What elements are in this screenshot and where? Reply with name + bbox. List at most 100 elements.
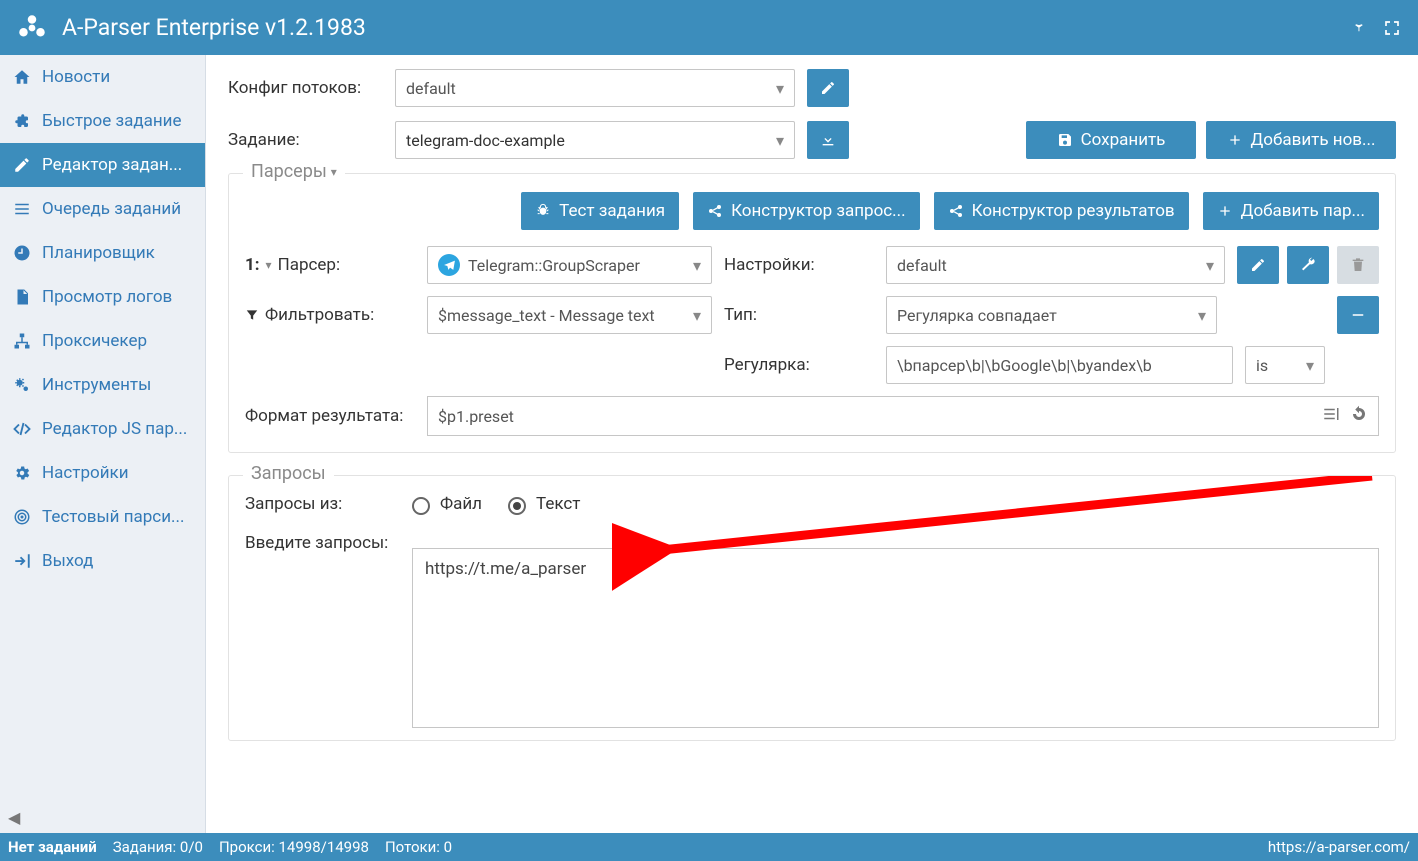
settings-label: Настройки: (724, 255, 874, 275)
sidebar-item-news[interactable]: Новости (0, 55, 205, 99)
parsers-fieldset: Парсеры ▾ Тест задания Конструктор запро… (228, 173, 1396, 453)
add-parser-button[interactable]: Добавить пар... (1203, 192, 1379, 230)
sign-out-icon (12, 552, 32, 570)
gears-icon (12, 376, 32, 394)
sidebar-item-quick-task[interactable]: Быстрое задание (0, 99, 205, 143)
list-icon (12, 200, 32, 218)
config-edit-button[interactable] (807, 69, 849, 107)
sidebar-item-task-editor[interactable]: Редактор задан... (0, 143, 205, 187)
type-select[interactable]: Регулярка совпадает ▾ (886, 296, 1217, 334)
sitemap-icon (12, 332, 32, 350)
status-no-tasks: Нет заданий (8, 838, 97, 856)
code-icon (12, 420, 32, 438)
list-lines-icon[interactable] (1322, 405, 1340, 427)
sidebar-item-test-parsing[interactable]: Тестовый парси... (0, 495, 205, 539)
sidebar-item-label: Быстрое задание (42, 111, 181, 131)
queries-enter-label: Введите запросы: (245, 532, 400, 728)
result-format-input[interactable]: $p1.preset (427, 396, 1379, 436)
task-download-button[interactable] (807, 121, 849, 159)
target-icon (12, 508, 32, 526)
status-bar: Нет заданий Задания: 0/0 Прокси: 14998/1… (0, 833, 1418, 861)
sidebar-item-tools[interactable]: Инструменты (0, 363, 205, 407)
settings-edit-button[interactable] (1237, 246, 1279, 284)
reset-icon[interactable] (1350, 405, 1368, 427)
app-title: A-Parser Enterprise v1.2.1983 (62, 14, 1350, 41)
sidebar-item-label: Проксичекер (42, 331, 147, 351)
puzzle-icon (12, 112, 32, 130)
results-builder-button[interactable]: Конструктор результатов (934, 192, 1189, 230)
sidebar-item-label: Редактор задан... (42, 155, 182, 175)
chevron-down-icon: ▾ (776, 79, 784, 98)
app-logo-icon (12, 8, 52, 48)
sidebar-item-scheduler[interactable]: Планировщик (0, 231, 205, 275)
status-url[interactable]: https://a-parser.com/ (1268, 838, 1410, 856)
clock-icon (12, 244, 32, 262)
radio-file[interactable]: Файл (412, 494, 482, 514)
queries-fieldset: Запросы Запросы из: Файл Текст Введите з… (228, 475, 1396, 741)
status-tasks: Задания: 0/0 (113, 838, 203, 856)
sidebar-item-label: Редактор JS пар... (42, 419, 187, 439)
type-label: Тип: (724, 305, 874, 325)
sidebar-item-label: Настройки (42, 463, 129, 483)
sidebar-item-label: Тестовый парси... (42, 507, 184, 527)
header: A-Parser Enterprise v1.2.1983 (0, 0, 1418, 55)
task-select[interactable]: telegram-doc-example ▾ (395, 121, 795, 159)
chevron-down-icon: ▾ (1206, 256, 1214, 275)
add-new-button[interactable]: Добавить нов... (1206, 121, 1396, 159)
settings-wrench-button[interactable] (1287, 246, 1329, 284)
config-select[interactable]: default ▾ (395, 69, 795, 107)
chevron-down-icon: ▾ (1306, 356, 1314, 375)
filter-icon (245, 308, 259, 322)
save-button-label: Сохранить (1081, 130, 1166, 150)
pin-icon[interactable] (1350, 20, 1366, 36)
sidebar-item-label: Инструменты (42, 375, 151, 395)
sidebar-item-logs[interactable]: Просмотр логов (0, 275, 205, 319)
queries-legend: Запросы (243, 463, 334, 484)
settings-delete-button (1337, 246, 1379, 284)
result-format-label: Формат результата: (245, 406, 415, 426)
regex-label: Регулярка: (724, 355, 874, 375)
chevron-down-icon: ▾ (693, 306, 701, 325)
cogs-icon (12, 464, 32, 482)
settings-select[interactable]: default ▾ (886, 246, 1225, 284)
sidebar-collapse-button[interactable]: ◀ (8, 808, 20, 827)
fullscreen-icon[interactable] (1384, 20, 1400, 36)
add-new-button-label: Добавить нов... (1251, 130, 1376, 150)
sidebar-item-label: Очередь заданий (42, 199, 181, 219)
regex-flags-select[interactable]: is ▾ (1245, 346, 1325, 384)
task-select-value: telegram-doc-example (406, 131, 565, 150)
task-label: Задание: (228, 130, 383, 150)
filter-remove-button[interactable] (1337, 296, 1379, 334)
filter-select[interactable]: $message_text - Message text ▾ (427, 296, 712, 334)
parsers-legend[interactable]: Парсеры ▾ (243, 161, 345, 182)
chevron-down-icon[interactable]: ▾ (266, 258, 272, 272)
filter-label: Фильтровать: (245, 305, 415, 325)
request-builder-button[interactable]: Конструктор запрос... (693, 192, 920, 230)
radio-icon (508, 497, 526, 515)
sidebar-item-settings[interactable]: Настройки (0, 451, 205, 495)
sidebar-item-proxychecker[interactable]: Проксичекер (0, 319, 205, 363)
sidebar-item-label: Планировщик (42, 243, 155, 263)
pencil-icon (12, 156, 32, 174)
parser-index-label: 1: ▾ Парсер: (245, 255, 415, 275)
sidebar-item-queue[interactable]: Очередь заданий (0, 187, 205, 231)
parser-select[interactable]: Telegram::GroupScraper ▾ (427, 246, 712, 284)
chevron-down-icon: ▾ (1198, 306, 1206, 325)
main-content: Конфиг потоков: default ▾ Задание: teleg… (206, 55, 1418, 833)
regex-input[interactable]: \bпарсер\b|\bGoogle\b|\byandex\b (886, 346, 1233, 384)
config-select-value: default (406, 79, 456, 98)
radio-icon (412, 497, 430, 515)
chevron-down-icon: ▾ (776, 131, 784, 150)
sidebar: Новости Быстрое задание Редактор задан..… (0, 55, 206, 833)
queries-textarea[interactable]: https://t.me/a_parser (412, 548, 1379, 728)
sidebar-item-exit[interactable]: Выход (0, 539, 205, 583)
save-button[interactable]: Сохранить (1026, 121, 1196, 159)
status-threads: Потоки: 0 (385, 838, 452, 856)
test-task-button[interactable]: Тест задания (521, 192, 679, 230)
sidebar-item-label: Выход (42, 551, 93, 571)
telegram-icon (438, 254, 460, 276)
sidebar-item-label: Просмотр логов (42, 287, 172, 307)
sidebar-item-js-editor[interactable]: Редактор JS пар... (0, 407, 205, 451)
radio-text[interactable]: Текст (508, 494, 580, 514)
chevron-down-icon: ▾ (693, 256, 701, 275)
